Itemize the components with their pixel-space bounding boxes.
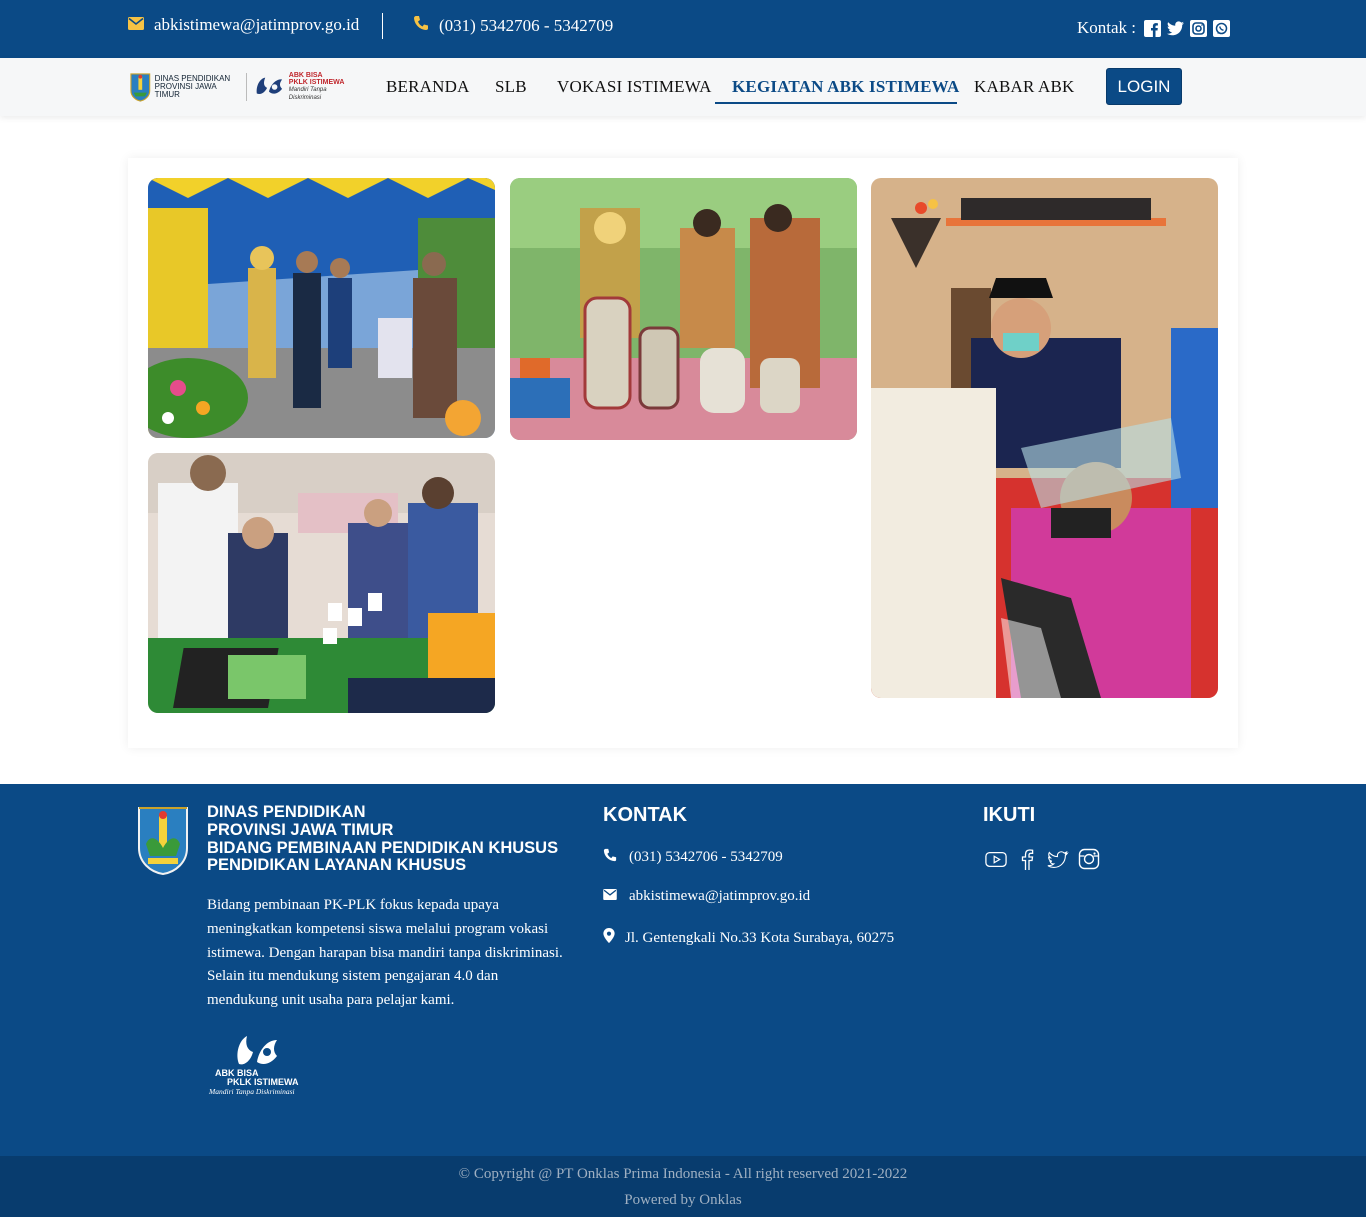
top-separator	[382, 13, 383, 39]
top-contact-bar: abkistimewa@jatimprov.go.id (031) 534270…	[0, 0, 1366, 58]
photo-batik-workshop[interactable]	[871, 178, 1218, 698]
footer-ikuti-heading: IKUTI	[983, 804, 1036, 826]
youtube-icon[interactable]	[985, 848, 1007, 870]
photo-handicraft-display[interactable]	[510, 178, 857, 440]
copyright-text: © Copyright @ PT Onklas Prima Indonesia …	[458, 1166, 908, 1182]
footer-kontak-heading: KONTAK	[603, 804, 688, 826]
photo-computer-demo[interactable]	[148, 453, 495, 713]
top-email-text: abkistimewa@jatimprov.go.id	[154, 15, 360, 34]
footer-address: Jl. Gentengkali No.33 Kota Surabaya, 602…	[603, 928, 894, 948]
footer-title-line: PROVINSI JAWA TIMUR	[207, 820, 394, 839]
footer-title-line: PENDIDIKAN LAYANAN KHUSUS	[207, 856, 467, 875]
site-footer: DINAS PENDIDIKAN PROVINSI JAWA TIMUR BID…	[0, 784, 1366, 1156]
footer-logo-line2: PKLK ISTIMEWA	[227, 1077, 299, 1087]
envelope-icon	[603, 888, 617, 905]
photo-exhibition-tent[interactable]	[148, 178, 495, 438]
nav-beranda[interactable]: BERANDA	[386, 77, 470, 97]
twitter-icon[interactable]	[1047, 848, 1069, 870]
footer-abk-logo: ABK BISA PKLK ISTIMEWA Mandiri Tanpa Dis…	[207, 1032, 303, 1096]
whatsapp-icon[interactable]	[1213, 19, 1231, 37]
footer-title-line: BIDANG PEMBINAAN PENDIDIKAN KHUSUS	[207, 838, 559, 857]
nav-kegiatan-abk-istimewa[interactable]: KEGIATAN ABK ISTIMEWA	[732, 77, 959, 97]
copyright-bar: © Copyright @ PT Onklas Prima Indonesia …	[0, 1156, 1366, 1217]
gallery-card	[128, 158, 1238, 748]
phone-icon	[603, 848, 617, 867]
nav-vokasi-istimewa[interactable]: VOKASI ISTIMEWA	[557, 77, 712, 97]
instagram-icon[interactable]	[1190, 19, 1208, 37]
footer-phone[interactable]: (031) 5342706 - 5342709	[603, 848, 783, 867]
footer-email[interactable]: abkistimewa@jatimprov.go.id	[603, 888, 810, 905]
footer-email-text: abkistimewa@jatimprov.go.id	[629, 888, 811, 904]
top-kontak: Kontak :	[1077, 18, 1231, 38]
facebook-icon[interactable]	[1016, 848, 1038, 870]
active-nav-underline	[715, 102, 957, 104]
top-email[interactable]: abkistimewa@jatimprov.go.id	[128, 15, 359, 35]
login-button[interactable]: LOGIN	[1106, 68, 1182, 105]
phone-icon	[413, 15, 429, 36]
top-phone-text: (031) 5342706 - 5342709	[439, 15, 614, 35]
nav-links: BERANDA SLB VOKASI ISTIMEWA KEGIATAN ABK…	[0, 58, 1366, 116]
nav-slb[interactable]: SLB	[495, 77, 527, 97]
map-marker-icon	[603, 928, 615, 948]
footer-phone-text: (031) 5342706 - 5342709	[629, 849, 783, 865]
footer-address-text: Jl. Gentengkali No.33 Kota Surabaya, 602…	[625, 929, 895, 946]
top-phone[interactable]: (031) 5342706 - 5342709	[413, 15, 613, 36]
instagram-icon[interactable]	[1078, 848, 1100, 870]
footer-social-icons	[985, 848, 1100, 870]
twitter-icon[interactable]	[1167, 20, 1185, 37]
powered-by-text: Powered by Onklas	[624, 1192, 742, 1208]
footer-title-line: DINAS PENDIDIKAN	[207, 803, 366, 821]
facebook-square-icon[interactable]	[1144, 19, 1162, 37]
envelope-icon	[128, 15, 144, 35]
footer-title: DINAS PENDIDIKAN PROVINSI JAWA TIMUR BID…	[207, 803, 559, 875]
kontak-label: Kontak :	[1077, 18, 1137, 37]
footer-logo-tagline: Mandiri Tanpa Diskriminasi	[208, 1087, 295, 1096]
east-java-crest-icon	[138, 807, 188, 876]
nav-kabar-abk[interactable]: KABAR ABK	[974, 77, 1075, 97]
footer-description: Bidang pembinaan PK-PLK fokus kepada upa…	[207, 897, 563, 1009]
